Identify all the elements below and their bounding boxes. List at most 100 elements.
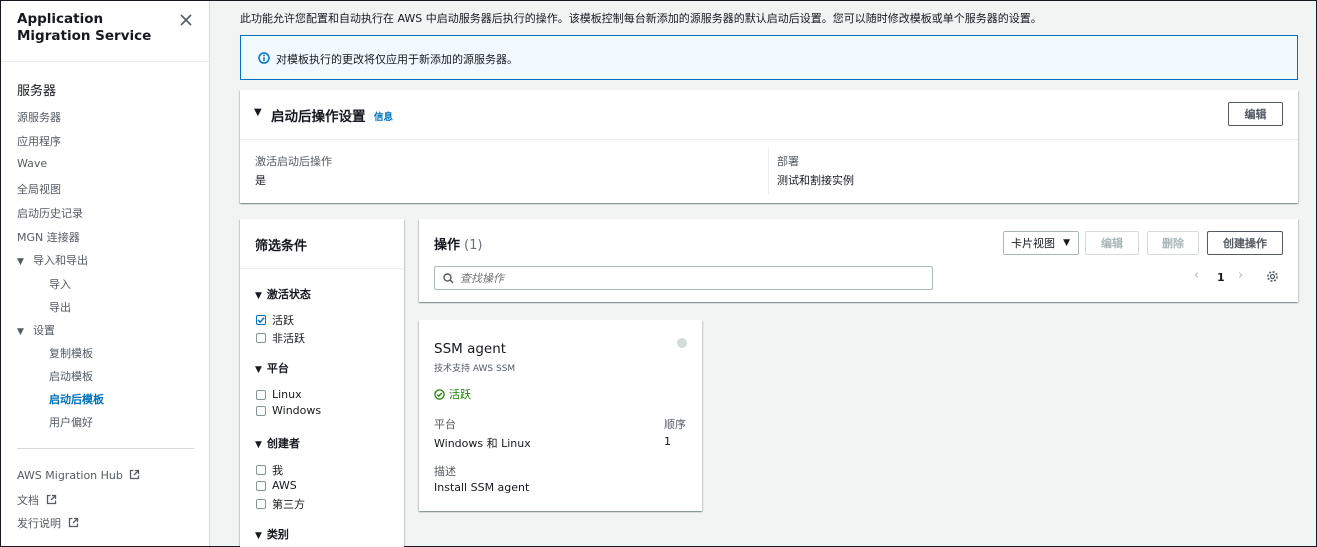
checkbox[interactable] <box>256 405 266 416</box>
close-icon[interactable] <box>179 13 193 27</box>
info-icon <box>258 52 270 64</box>
option-label: Linux <box>272 388 302 401</box>
post-launch-settings-panel: ▼ 启动后操作设置 信息 编辑 激活启动后操作 是 部署 测试和割接实例 <box>240 90 1298 203</box>
activate-label: 激活启动后操作 <box>255 155 332 168</box>
actions-title: 操作 (1) <box>434 234 482 253</box>
sidebar-group-label: 设置 <box>33 324 55 337</box>
side-navigation: Application Migration Service 服务器 源服务器 应… <box>1 1 210 546</box>
card-select-radio[interactable] <box>677 338 687 348</box>
sidebar-group-settings[interactable]: ▼ 设置 <box>17 322 55 338</box>
deploy-value: 测试和割接实例 <box>777 174 854 187</box>
checkbox[interactable] <box>256 480 266 491</box>
checkbox[interactable] <box>256 499 266 509</box>
sidebar-group-import-export[interactable]: ▼ 导入和导出 <box>17 252 88 268</box>
sidebar-item-replication-template[interactable]: 复制模板 <box>49 345 93 361</box>
actions-panel: 操作(1) 卡片视图 ▼ 编辑 删除 创建操作 ‹ 1 › <box>419 219 1298 302</box>
caret-down-icon: ▼ <box>255 365 262 375</box>
filter-option-windows[interactable]: Windows <box>256 404 321 417</box>
caret-down-icon: ▼ <box>1063 238 1070 248</box>
option-label: 活跃 <box>272 314 294 327</box>
sidebar-divider <box>17 448 194 449</box>
sidebar-item-global-view[interactable]: 全局视图 <box>17 181 61 197</box>
sidebar-item-post-launch-template[interactable]: 启动后模板 <box>49 391 104 407</box>
option-label: 我 <box>272 464 283 477</box>
filter-option-active[interactable]: 活跃 <box>256 312 294 328</box>
deploy-label: 部署 <box>777 155 799 168</box>
panel-title[interactable]: 启动后操作设置 <box>271 105 366 125</box>
checkmark-icon <box>257 317 265 324</box>
filter-group-active-status[interactable]: ▼ 激活状态 <box>255 286 311 302</box>
platform-label: 平台 <box>434 418 456 431</box>
action-card[interactable]: SSM agent 技术支持 AWS SSM 活跃 平台 Windows 和 L… <box>419 320 702 511</box>
filter-option-me[interactable]: 我 <box>256 462 283 478</box>
link-label: 发行说明 <box>17 517 61 530</box>
sidebar-item-export[interactable]: 导出 <box>49 299 71 315</box>
filter-option-third-party[interactable]: 第三方 <box>256 496 305 512</box>
page-description: 此功能允许您配置和自动执行在 AWS 中启动服务器后执行的操作。该模板控制每台新… <box>240 12 1042 25</box>
sidebar-link-documentation[interactable]: 文档 <box>17 492 57 508</box>
filter-option-aws[interactable]: AWS <box>256 479 297 492</box>
sidebar-section-servers[interactable]: 服务器 <box>17 80 56 99</box>
view-select-value: 卡片视图 <box>1011 237 1055 250</box>
sidebar-link-migration-hub[interactable]: AWS Migration Hub <box>17 469 140 482</box>
caret-down-icon: ▼ <box>255 440 262 450</box>
sidebar-header: Application Migration Service <box>1 1 209 62</box>
description-value: Install SSM agent <box>434 481 530 494</box>
prev-page-icon[interactable]: ‹ <box>1194 268 1199 283</box>
link-label: AWS Migration Hub <box>17 469 123 482</box>
caret-down-icon[interactable]: ▼ <box>254 107 262 118</box>
check-circle-icon <box>434 388 445 400</box>
order-value: 1 <box>664 435 671 448</box>
view-select[interactable]: 卡片视图 ▼ <box>1003 231 1079 255</box>
search-icon <box>443 273 454 284</box>
filter-group-label: 平台 <box>266 362 289 375</box>
filter-group-creator[interactable]: ▼ 创建者 <box>255 435 300 451</box>
alert-message: 对模板执行的更改将仅应用于新添加的源服务器。 <box>276 53 518 66</box>
option-label: 第三方 <box>272 498 305 511</box>
gear-icon[interactable] <box>1266 270 1279 283</box>
sidebar-item-applications[interactable]: 应用程序 <box>17 133 61 149</box>
filter-panel: 筛选条件 ▼ 激活状态 活跃 非活跃 ▼ 平台 Linux Windows ▼ 创建者… <box>240 219 404 547</box>
checkbox[interactable] <box>256 333 266 343</box>
caret-down-icon: ▼ <box>255 291 262 301</box>
card-title[interactable]: SSM agent <box>434 341 506 357</box>
sidebar-item-launch-template[interactable]: 启动模板 <box>49 368 93 384</box>
caret-down-icon: ▼ <box>17 327 24 337</box>
edit-action-button[interactable]: 编辑 <box>1085 231 1139 255</box>
description-label: 描述 <box>434 465 456 478</box>
external-link-icon <box>130 469 140 480</box>
sidebar-item-source-servers[interactable]: 源服务器 <box>17 109 61 125</box>
delete-action-button[interactable]: 删除 <box>1147 231 1199 255</box>
filter-group-platform[interactable]: ▼ 平台 <box>255 360 289 376</box>
create-action-button[interactable]: 创建操作 <box>1207 231 1283 255</box>
checkbox[interactable] <box>256 389 266 400</box>
search-field[interactable] <box>434 266 933 290</box>
service-title[interactable]: Application Migration Service <box>17 11 177 45</box>
actions-title-label: 操作 <box>434 238 461 253</box>
sidebar-item-user-preferences[interactable]: 用户偏好 <box>49 414 93 430</box>
filter-group-category[interactable]: ▼ 类别 <box>255 526 289 542</box>
page-number[interactable]: 1 <box>1217 271 1225 284</box>
platform-value: Windows 和 Linux <box>434 437 531 450</box>
search-input[interactable] <box>460 270 920 286</box>
option-label: 非活跃 <box>272 332 305 345</box>
actions-count: (1) <box>464 238 483 253</box>
checkbox[interactable] <box>256 465 266 475</box>
edit-settings-button[interactable]: 编辑 <box>1228 102 1283 126</box>
external-link-icon <box>46 494 56 505</box>
sidebar-item-launch-history[interactable]: 启动历史记录 <box>17 205 83 221</box>
sidebar-item-wave[interactable]: Wave <box>17 157 47 170</box>
checkbox-checked[interactable] <box>256 315 266 325</box>
filter-group-label: 类别 <box>266 528 289 541</box>
filter-option-inactive[interactable]: 非活跃 <box>256 330 305 346</box>
filter-option-linux[interactable]: Linux <box>256 388 302 401</box>
info-alert: 对模板执行的更改将仅应用于新添加的源服务器。 <box>240 35 1298 80</box>
sidebar-group-label: 导入和导出 <box>33 254 88 267</box>
sidebar-item-mgn-connector[interactable]: MGN 连接器 <box>17 229 80 245</box>
panel-header: ▼ 启动后操作设置 信息 编辑 <box>240 90 1298 140</box>
caret-down-icon: ▼ <box>255 531 262 541</box>
info-link[interactable]: 信息 <box>374 109 393 123</box>
sidebar-link-release-notes[interactable]: 发行说明 <box>17 515 79 531</box>
next-page-icon[interactable]: › <box>1238 268 1243 283</box>
sidebar-item-import[interactable]: 导入 <box>49 276 71 292</box>
